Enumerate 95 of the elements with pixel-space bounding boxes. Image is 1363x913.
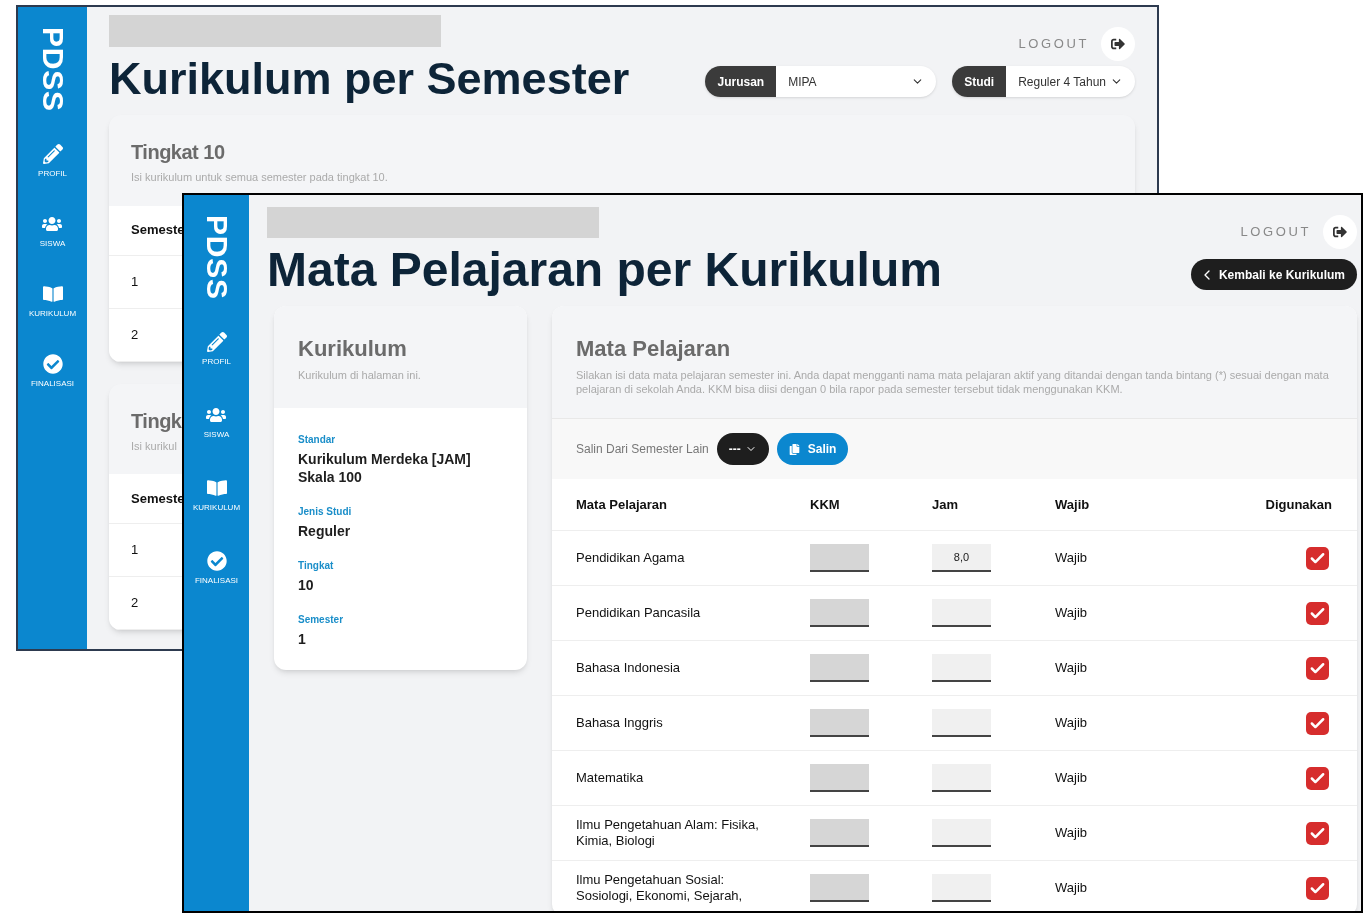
column-header: Mata Pelajaran	[576, 495, 669, 514]
logout-button[interactable]	[1323, 215, 1357, 249]
column-header: Semeste	[131, 489, 185, 508]
copy-label: Salin Dari Semester Lain	[576, 441, 709, 458]
field-label: Tingkat	[298, 558, 335, 573]
checkbox[interactable]	[1306, 546, 1329, 570]
copy-button[interactable]: Salin	[776, 433, 849, 465]
semester-select[interactable]: ---	[716, 433, 769, 465]
table-cell-text: Wajib	[1055, 714, 1089, 733]
pencil-icon	[42, 143, 63, 164]
column-header: Jam	[932, 495, 960, 514]
field-value: 1	[298, 629, 307, 648]
logout-button[interactable]	[1101, 27, 1135, 61]
field-label: Standar	[298, 432, 337, 447]
card-title: Tingk	[131, 408, 182, 434]
column-header: Semeste	[131, 221, 185, 240]
table-cell-text: Pendidikan Pancasila	[576, 605, 702, 621]
card-title: Tingkat 10	[131, 140, 225, 165]
sidebar-item[interactable]: KURIKULUM	[28, 283, 77, 354]
kkm-input[interactable]	[810, 764, 869, 792]
logo: PDSS	[201, 215, 232, 300]
pencil-icon	[206, 331, 227, 352]
sidebar-item[interactable]: PROFIL	[202, 331, 231, 405]
filter-label: Studi	[952, 66, 1007, 97]
page-title: Mata Pelajaran per Kurikulum	[267, 242, 942, 298]
table-cell-text: 1	[131, 541, 139, 560]
table-cell-text: Wajib	[1055, 549, 1089, 568]
checkbox[interactable]	[1306, 766, 1329, 790]
table-cell-text: Wajib	[1055, 824, 1089, 843]
kkm-input[interactable]	[810, 874, 869, 902]
sidebar-item[interactable]: FINALISASI	[194, 550, 239, 624]
page-title: Kurikulum per Semester	[109, 52, 630, 106]
column-header: Digunakan	[1265, 495, 1332, 514]
column-header: KKM	[810, 495, 841, 514]
jam-input[interactable]	[932, 764, 991, 792]
jam-input[interactable]	[932, 654, 991, 682]
table-cell-text: Bahasa Inggris	[576, 715, 664, 731]
filter-select[interactable]: Jurusan MIPA	[705, 66, 937, 97]
field-label: Jenis Studi	[298, 504, 353, 519]
logout-icon	[1111, 37, 1125, 51]
jam-input[interactable]	[932, 599, 991, 627]
sidebar-item[interactable]: KURIKULUM	[192, 477, 241, 551]
table-cell-text: Wajib	[1055, 769, 1089, 788]
table-cell-text: Ilmu Pengetahuan Alam: Fisika, Kimia, Biologi	[576, 817, 760, 849]
kkm-input[interactable]	[810, 819, 869, 847]
card-title: Mata Pelajaran	[576, 335, 732, 363]
table-cell-text: Ilmu Pengetahuan Sosial: Sosiologi, Ekonomi, Sejarah,	[576, 872, 744, 904]
checkbox[interactable]	[1306, 711, 1329, 735]
book-icon	[206, 477, 227, 498]
card-title: Kurikulum	[298, 335, 408, 363]
filter-label: Jurusan	[705, 66, 777, 97]
filter-select[interactable]: Studi Reguler 4 Tahun	[952, 66, 1135, 97]
card-description: Silakan isi data mata pelajaran semester ini. Anda dapat mengganti nama mata pelajaran aktif yang ditandai dengan tanda bintang (*) sesuai dengan mata pelajaran di sekolah Anda. KKM bisa diisi dengan 0 bila rapor pada semester tersebut tidak menggunakan KKM.	[576, 368, 1330, 396]
table-cell-text: Pendidikan Agama	[576, 550, 686, 566]
sidebar-item[interactable]: SISWA	[39, 213, 66, 284]
checkbox[interactable]	[1306, 656, 1329, 680]
checkbox[interactable]	[1306, 821, 1329, 845]
jam-input[interactable]	[932, 819, 991, 847]
field-value: Kurikulum Merdeka [JAM] Skala 100	[298, 449, 472, 486]
book-icon	[42, 283, 63, 304]
filter-value: MIPA	[788, 73, 817, 91]
table-cell-text: Wajib	[1055, 879, 1089, 898]
table-cell-text: 2	[131, 594, 139, 613]
field-value: 10	[298, 575, 315, 594]
logo: PDSS	[37, 27, 68, 112]
logout-link[interactable]: LOGOUT	[1018, 34, 1089, 54]
sidebar-item[interactable]: SISWA	[203, 404, 230, 478]
jam-input[interactable]	[932, 874, 991, 902]
checkbox[interactable]	[1306, 876, 1329, 900]
copy-icon	[788, 443, 800, 455]
kkm-input[interactable]	[810, 599, 869, 627]
field-value: Reguler	[298, 521, 352, 540]
table-cell-text: Wajib	[1055, 604, 1089, 623]
jam-input[interactable]: 8,0	[932, 544, 991, 572]
table-cell-text: Wajib	[1055, 659, 1089, 678]
logout-icon	[1333, 225, 1347, 239]
kkm-input[interactable]	[810, 544, 869, 572]
table-cell-text: 1	[131, 272, 139, 291]
table-cell-text: Bahasa Indonesia	[576, 660, 682, 676]
table-cell-text: 2	[131, 325, 139, 344]
checkbox[interactable]	[1306, 601, 1329, 625]
card-subtitle: Isi kurikulum untuk semua semester pada tingkat 10.	[131, 170, 388, 185]
card-subtitle: Kurikulum di halaman ini.	[298, 368, 422, 383]
kkm-input[interactable]	[810, 709, 869, 737]
table-cell-text: Matematika	[576, 770, 645, 786]
jam-input[interactable]	[932, 709, 991, 737]
back-button[interactable]: Kembali ke Kurikulum	[1190, 259, 1357, 290]
filter-value: Reguler 4 Tahun	[1018, 73, 1106, 91]
field-label: Semester	[298, 612, 345, 627]
sidebar-item[interactable]: PROFIL	[38, 143, 67, 214]
sidebar-item[interactable]: FINALISASI	[30, 353, 75, 424]
kkm-input[interactable]	[810, 654, 869, 682]
card-subtitle: Isi kurikul	[131, 438, 177, 454]
column-header: Wajib	[1055, 495, 1091, 514]
logout-link[interactable]: LOGOUT	[1240, 222, 1311, 242]
